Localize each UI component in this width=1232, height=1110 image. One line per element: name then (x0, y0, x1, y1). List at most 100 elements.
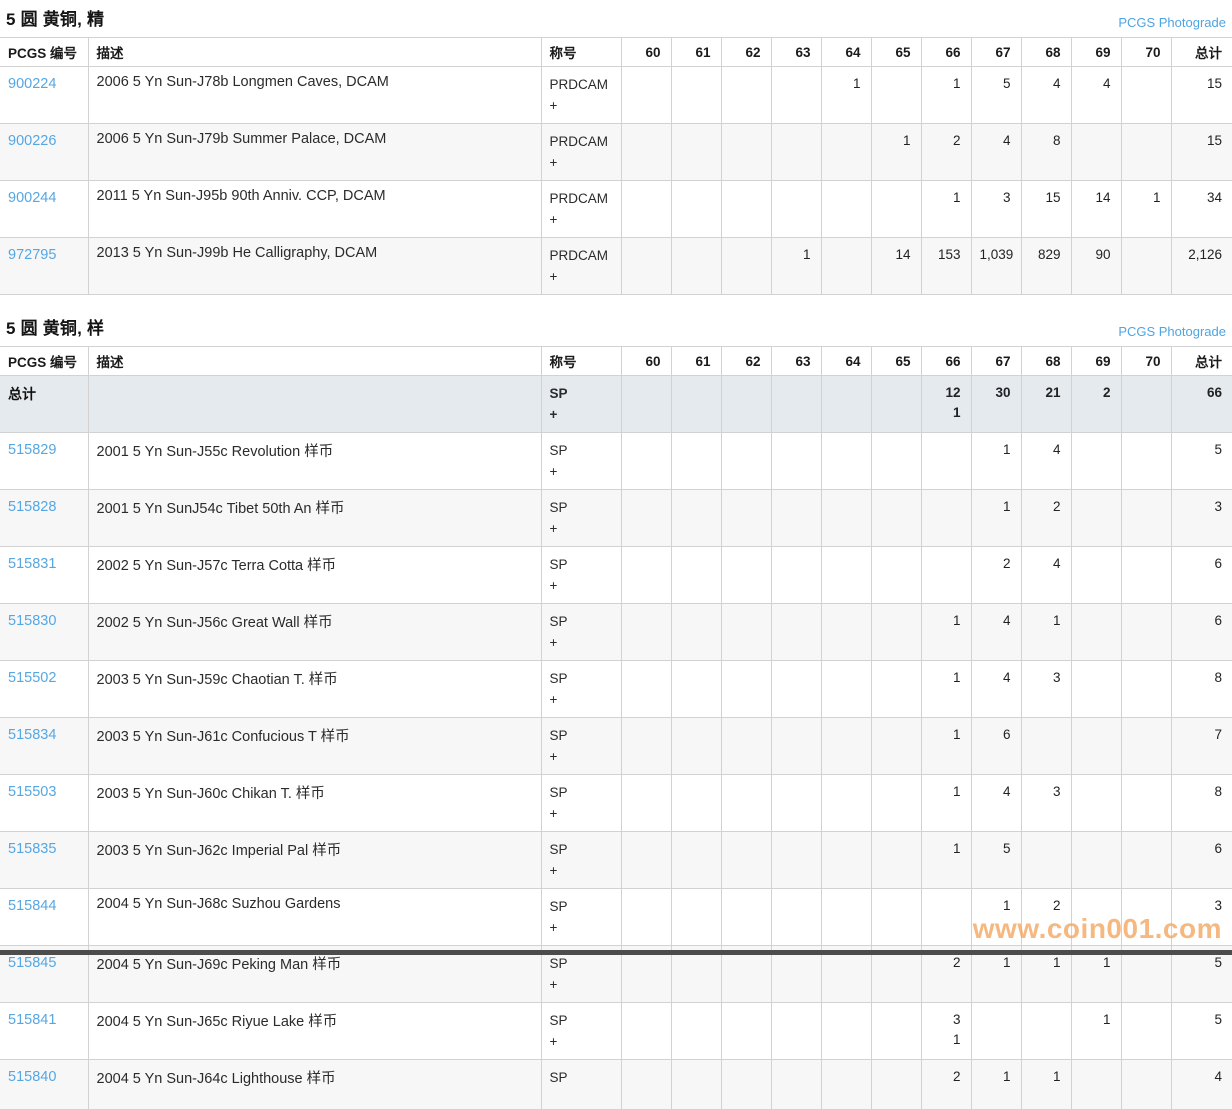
grade-value: 5 (980, 839, 1011, 859)
grade-cell-69 (1071, 832, 1121, 889)
designation-plus: + (550, 209, 613, 230)
grade-cell-63 (771, 376, 821, 433)
grade-cell-64 (821, 1060, 871, 1110)
grade-cell-65 (871, 718, 921, 775)
grade-cell-60 (621, 181, 671, 238)
grade-cell-64 (821, 376, 871, 433)
grade-cell-63 (771, 124, 821, 181)
grade-cell-63 (771, 775, 821, 832)
grade-value: 1 (980, 440, 1011, 460)
grade-cell-70 (1121, 238, 1171, 295)
grade-cell-66: 1 (921, 832, 971, 889)
designation-plus: + (550, 518, 613, 539)
pcgs-id-link[interactable]: 515844 (8, 898, 56, 914)
grade-value: 5 (1180, 440, 1223, 460)
col-header-designation: 称号 (541, 38, 621, 67)
designation-value: SP (550, 611, 613, 632)
grade-cell-67: 5 (971, 832, 1021, 889)
grade-value: 7 (1180, 725, 1223, 745)
col-header-grade-67: 67 (971, 347, 1021, 376)
pcgs-id-link[interactable]: 515835 (8, 841, 56, 857)
pcgs-photograde-link[interactable]: PCGS Photograde (1118, 324, 1226, 339)
description-cell: 2002 5 Yn Sun-J57c Terra Cotta 样币 (88, 547, 541, 604)
table-header: PCGS 编号描述称号6061626364656667686970总计 (0, 347, 1232, 376)
designation-cell: SP+ (541, 889, 621, 946)
designation-value: SP (550, 953, 613, 974)
designation-cell: SP+ (541, 490, 621, 547)
grade-cell-70 (1121, 490, 1171, 547)
grade-value: 2,126 (1180, 245, 1223, 265)
grade-value: 4 (1030, 440, 1061, 460)
designation-cell: SP+ (541, 547, 621, 604)
grade-cell-66: 2 (921, 124, 971, 181)
designation-plus: + (550, 404, 613, 425)
pcgs-id-link[interactable]: 515834 (8, 727, 56, 743)
designation-cell: PRDCAM+ (541, 238, 621, 295)
designation-plus: + (550, 632, 613, 653)
pcgs-photograde-link[interactable]: PCGS Photograde (1118, 15, 1226, 30)
designation-value: SP (550, 839, 613, 860)
grade-value: 1 (1080, 953, 1111, 973)
grade-cell-63 (771, 181, 821, 238)
horizontal-scrollbar[interactable] (0, 950, 1232, 955)
grade-cell-65 (871, 661, 921, 718)
designation-plus: + (550, 266, 613, 287)
designation-plus: + (550, 974, 613, 995)
designation-value: SP (550, 554, 613, 575)
grade-cell-67: 5 (971, 67, 1021, 124)
pcgs-id-cell: 515834 (0, 718, 88, 775)
pcgs-id-link[interactable]: 515841 (8, 1012, 56, 1028)
grade-value: 3 (1030, 782, 1061, 802)
designation-value: PRDCAM (550, 131, 613, 152)
grade-value: 15 (1180, 131, 1223, 151)
pcgs-id-link[interactable]: 515828 (8, 499, 56, 515)
designation-value: PRDCAM (550, 245, 613, 266)
grade-cell-66 (921, 433, 971, 490)
pcgs-id-link[interactable]: 515830 (8, 613, 56, 629)
grade-value: 1 (880, 131, 911, 151)
pcgs-id-link[interactable]: 515829 (8, 442, 56, 458)
col-header-grade-70: 70 (1121, 347, 1171, 376)
grade-cell-68: 4 (1021, 67, 1071, 124)
grade-cell-61 (671, 1003, 721, 1060)
grade-value-plus: 1 (930, 1030, 961, 1050)
designation-cell: PRDCAM+ (541, 67, 621, 124)
pcgs-id-link[interactable]: 972795 (8, 247, 56, 263)
grade-cell-64 (821, 889, 871, 946)
designation-plus: + (550, 917, 613, 938)
grade-cell-62 (721, 433, 771, 490)
pcgs-id-link[interactable]: 900226 (8, 133, 56, 149)
pcgs-id-link[interactable]: 515840 (8, 1069, 56, 1085)
pcgs-id-link[interactable]: 900244 (8, 190, 56, 206)
grade-cell-66 (921, 490, 971, 547)
grade-cell-68: 4 (1021, 547, 1071, 604)
grade-cell-67: 4 (971, 604, 1021, 661)
grade-cell-67: 4 (971, 775, 1021, 832)
grade-cell-62 (721, 1060, 771, 1110)
grade-cell-69 (1071, 124, 1121, 181)
grade-cell-65 (871, 604, 921, 661)
grade-value: 1 (930, 611, 961, 631)
section-specimen: 5 圆 黄铜, 样 PCGS Photograde PCGS 编号描述称号606… (0, 309, 1232, 1110)
grade-cell-69: 90 (1071, 238, 1121, 295)
totals-description (88, 376, 541, 433)
grade-cell-62 (721, 832, 771, 889)
grade-cell-60 (621, 718, 671, 775)
grade-cell-total: 34 (1171, 181, 1232, 238)
pcgs-id-link[interactable]: 900224 (8, 76, 56, 92)
pcgs-id-link[interactable]: 515845 (8, 955, 56, 971)
grade-cell-67: 1 (971, 433, 1021, 490)
description-cell: 2006 5 Yn Sun-J78b Longmen Caves, DCAM (88, 67, 541, 124)
grade-value: 1 (1130, 188, 1161, 208)
pcgs-id-link[interactable]: 515831 (8, 556, 56, 572)
grade-cell-60 (621, 376, 671, 433)
section-title: 5 圆 黄铜, 样 (6, 314, 104, 339)
grade-cell-68: 1 (1021, 604, 1071, 661)
grade-cell-61 (671, 832, 721, 889)
pcgs-id-link[interactable]: 515503 (8, 784, 56, 800)
grade-cell-69 (1071, 433, 1121, 490)
grade-cell-62 (721, 889, 771, 946)
grade-value: 2 (1030, 497, 1061, 517)
grade-cell-total: 6 (1171, 547, 1232, 604)
pcgs-id-link[interactable]: 515502 (8, 670, 56, 686)
